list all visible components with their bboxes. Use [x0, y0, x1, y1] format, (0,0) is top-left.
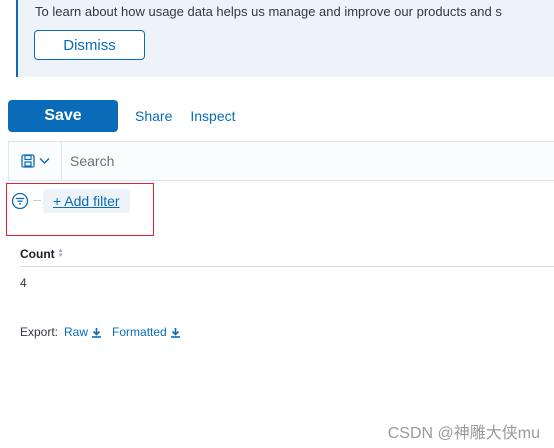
- filter-divider: [33, 200, 41, 201]
- export-formatted-link[interactable]: Formatted: [112, 325, 181, 339]
- top-nav: Save Share Inspect: [8, 100, 236, 132]
- table-header-count[interactable]: Count ▲ ▼: [20, 247, 64, 261]
- share-link[interactable]: Share: [135, 108, 172, 124]
- download-icon: [170, 327, 180, 338]
- add-filter-button[interactable]: + Add filter: [43, 189, 130, 213]
- inspect-link[interactable]: Inspect: [190, 108, 235, 124]
- chevron-down-icon: [39, 158, 49, 164]
- save-disk-icon: [20, 154, 35, 168]
- usage-data-callout: To learn about how usage data helps us m…: [16, 0, 554, 77]
- export-raw-link[interactable]: Raw: [64, 325, 102, 339]
- download-icon: [92, 327, 102, 338]
- filter-bar: + Add filter: [0, 181, 554, 223]
- filter-icon[interactable]: [11, 192, 29, 210]
- export-bar: Export: Raw Formatted: [20, 325, 181, 339]
- save-button[interactable]: Save: [8, 100, 118, 132]
- query-bar: [8, 141, 554, 181]
- export-formatted-label: Formatted: [112, 325, 167, 339]
- sort-icon: ▲ ▼: [57, 248, 64, 259]
- export-raw-label: Raw: [64, 325, 89, 339]
- search-input[interactable]: [62, 142, 552, 180]
- export-label: Export:: [20, 325, 59, 339]
- callout-text: To learn about how usage data helps us m…: [35, 4, 502, 19]
- dismiss-button[interactable]: Dismiss: [34, 30, 145, 60]
- column-label: Count: [20, 247, 55, 261]
- table-divider: [20, 266, 554, 267]
- watermark: CSDN @神雕大侠mu: [387, 425, 540, 442]
- saved-query-button[interactable]: [9, 142, 62, 180]
- table-cell: 4: [20, 276, 27, 290]
